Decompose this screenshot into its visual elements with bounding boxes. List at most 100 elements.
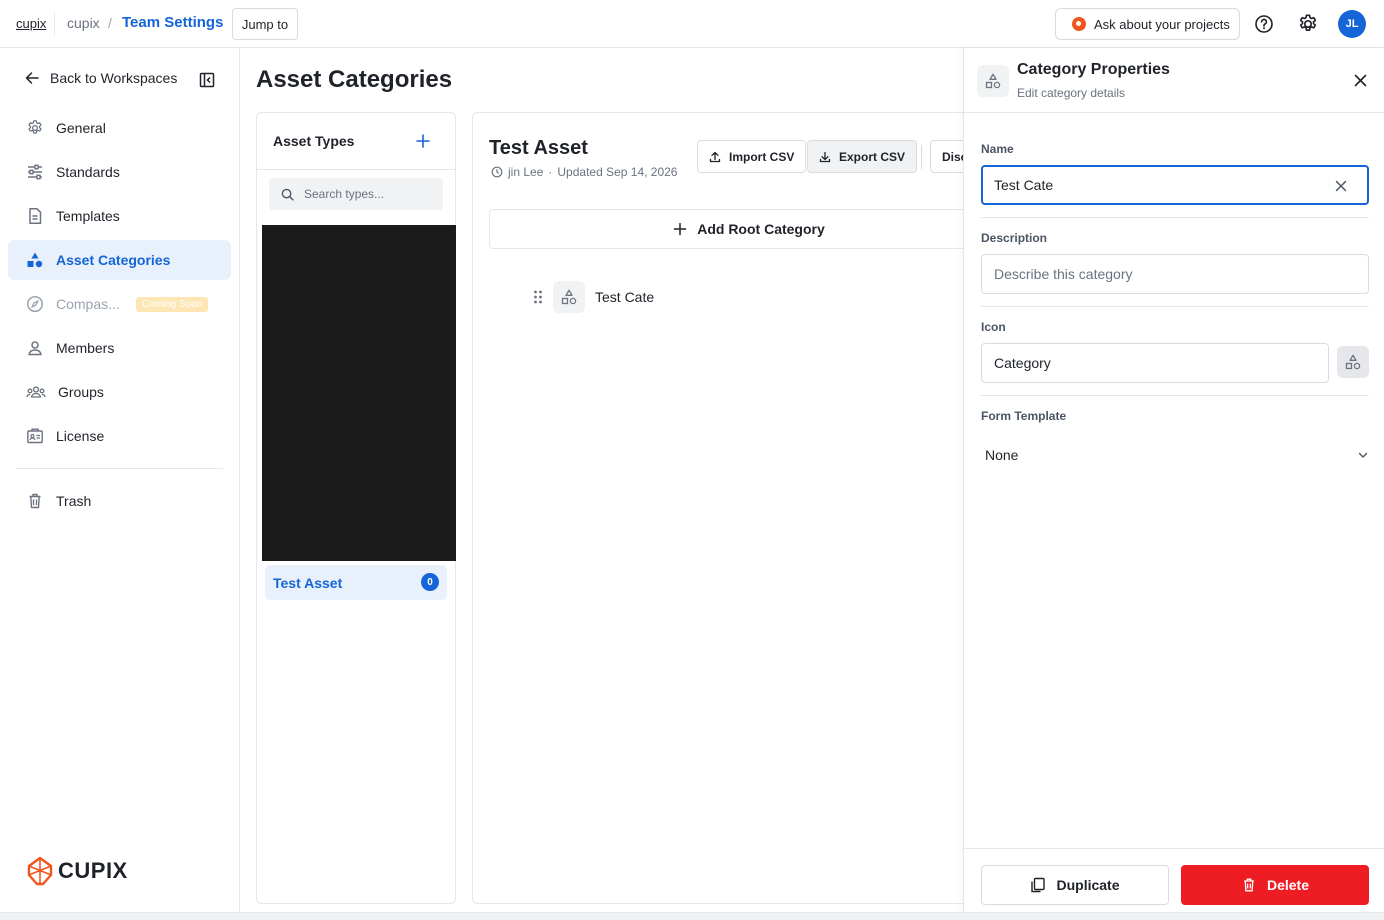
redacted-area xyxy=(262,225,456,561)
chevron-down-icon xyxy=(1358,452,1368,458)
sidebar-item-standards[interactable]: Standards xyxy=(8,152,231,192)
section-divider xyxy=(981,395,1369,396)
shapes-icon xyxy=(27,252,43,268)
arrow-left-icon xyxy=(25,72,39,84)
shapes-icon xyxy=(1345,354,1361,370)
icon-picker-button[interactable] xyxy=(1337,346,1369,378)
plus-icon xyxy=(673,222,687,236)
form-template-value: None xyxy=(985,447,1019,463)
drawer-footer-divider xyxy=(964,848,1384,849)
description-field[interactable] xyxy=(981,254,1369,294)
delete-button[interactable]: Delete xyxy=(1181,865,1369,905)
sidebar-item-license[interactable]: License xyxy=(8,416,231,456)
name-input[interactable] xyxy=(994,177,1314,193)
import-csv-button[interactable]: Import CSV xyxy=(697,140,807,173)
settings-sidebar: Back to Workspaces General Standards Tem… xyxy=(0,48,240,912)
sidebar-item-compass: Compas... Coming Soon xyxy=(8,284,231,324)
page-title: Asset Categories xyxy=(256,66,453,93)
sidebar-item-label: Groups xyxy=(58,384,104,400)
asset-detail-panel: Test Asset jin Lee · Updated Sep 14, 202… xyxy=(472,112,1010,904)
search-icon xyxy=(281,188,294,201)
ask-ai-button[interactable]: Ask about your projects xyxy=(1055,8,1240,40)
asset-meta: jin Lee · Updated Sep 14, 2026 xyxy=(491,165,677,179)
asset-types-heading: Asset Types xyxy=(273,133,355,149)
form-template-select[interactable]: None xyxy=(985,444,1369,466)
back-to-workspaces-label: Back to Workspaces xyxy=(50,70,178,86)
category-tree-item[interactable]: Test Cate xyxy=(533,281,654,313)
sidebar-item-general[interactable]: General xyxy=(8,108,231,148)
cupix-logo-icon xyxy=(27,856,53,886)
export-csv-button[interactable]: Export CSV xyxy=(807,140,918,173)
sidebar-item-templates[interactable]: Templates xyxy=(8,196,231,236)
sidebar-item-members[interactable]: Members xyxy=(8,328,231,368)
name-field[interactable] xyxy=(981,165,1369,205)
asset-types-panel: Asset Types Test Asset 0 xyxy=(256,112,456,904)
gear-icon xyxy=(28,120,42,134)
settings-gear-icon[interactable] xyxy=(1297,13,1319,35)
asset-title: Test Asset xyxy=(489,137,588,159)
icon-label: Icon xyxy=(981,320,1006,334)
user-avatar[interactable]: JL xyxy=(1338,10,1366,38)
breadcrumb-workspace[interactable]: cupix xyxy=(67,15,100,31)
sidebar-item-groups[interactable]: Groups xyxy=(8,372,231,412)
types-search-input[interactable] xyxy=(304,187,434,201)
asset-author: jin Lee xyxy=(508,165,544,179)
coming-soon-badge: Coming Soon xyxy=(135,296,209,312)
sidebar-item-label: License xyxy=(56,428,105,444)
form-template-label: Form Template xyxy=(981,409,1067,423)
icon-value: Category xyxy=(994,355,1051,371)
back-to-workspaces-link[interactable]: Back to Workspaces xyxy=(24,70,177,86)
drawer-subtitle: Edit category details xyxy=(1017,86,1126,100)
add-asset-type-icon[interactable] xyxy=(415,133,431,149)
types-search-box[interactable] xyxy=(269,178,443,210)
user-icon xyxy=(28,341,42,356)
brand-link[interactable]: cupix xyxy=(16,16,46,31)
jump-to-button[interactable]: Jump to xyxy=(232,8,298,40)
category-label: Test Cate xyxy=(595,289,655,305)
sidebar-item-asset-categories[interactable]: Asset Categories xyxy=(8,240,231,280)
name-label: Name xyxy=(981,142,1014,156)
ai-assistant-icon xyxy=(1072,17,1086,31)
duplicate-button[interactable]: Duplicate xyxy=(981,865,1169,905)
help-icon[interactable] xyxy=(1254,14,1274,34)
drawer-divider xyxy=(964,112,1384,113)
asset-type-item[interactable]: Test Asset 0 xyxy=(265,565,447,600)
asset-updated: Updated Sep 14, 2026 xyxy=(557,165,678,179)
drag-handle-icon[interactable] xyxy=(533,289,543,305)
upload-icon xyxy=(709,151,721,162)
asset-type-label: Test Asset xyxy=(273,574,343,591)
horizontal-scrollbar[interactable] xyxy=(0,912,1384,920)
breadcrumb-separator: / xyxy=(108,15,112,31)
cupix-logo-text: CUPIX xyxy=(58,858,128,883)
add-root-category-label: Add Root Category xyxy=(697,221,825,237)
description-input[interactable] xyxy=(994,266,1314,282)
category-properties-drawer: Category Properties Edit category detail… xyxy=(963,48,1384,912)
group-icon xyxy=(26,386,46,398)
description-label: Description xyxy=(981,231,1048,245)
icon-field[interactable]: Category xyxy=(981,343,1329,383)
sidebar-collapse-icon[interactable] xyxy=(199,72,215,88)
category-shapes-icon xyxy=(553,281,585,313)
sidebar-item-trash[interactable]: Trash xyxy=(8,481,231,521)
export-csv-label: Export CSV xyxy=(839,149,906,164)
toolbar-separator xyxy=(921,145,922,169)
category-shapes-icon xyxy=(977,65,1009,97)
add-root-category-button[interactable]: Add Root Category xyxy=(489,209,1009,249)
sidebar-divider xyxy=(16,468,223,469)
history-icon xyxy=(491,166,503,178)
sidebar-item-label: Asset Categories xyxy=(56,252,171,268)
top-divider xyxy=(54,12,55,36)
asset-type-count-badge: 0 xyxy=(421,573,439,591)
breadcrumb-current-page: Team Settings xyxy=(122,14,224,31)
license-icon xyxy=(27,428,43,444)
drawer-title: Category Properties xyxy=(1017,61,1170,78)
sidebar-item-label: General xyxy=(56,120,106,136)
trash-icon xyxy=(1244,878,1254,892)
compass-icon xyxy=(26,295,44,313)
sidebar-item-label: Templates xyxy=(56,208,120,224)
copy-icon xyxy=(1031,877,1046,893)
close-icon[interactable] xyxy=(1354,74,1367,87)
sliders-icon xyxy=(28,164,42,180)
clear-input-icon[interactable] xyxy=(1335,180,1347,192)
section-divider xyxy=(981,217,1369,218)
